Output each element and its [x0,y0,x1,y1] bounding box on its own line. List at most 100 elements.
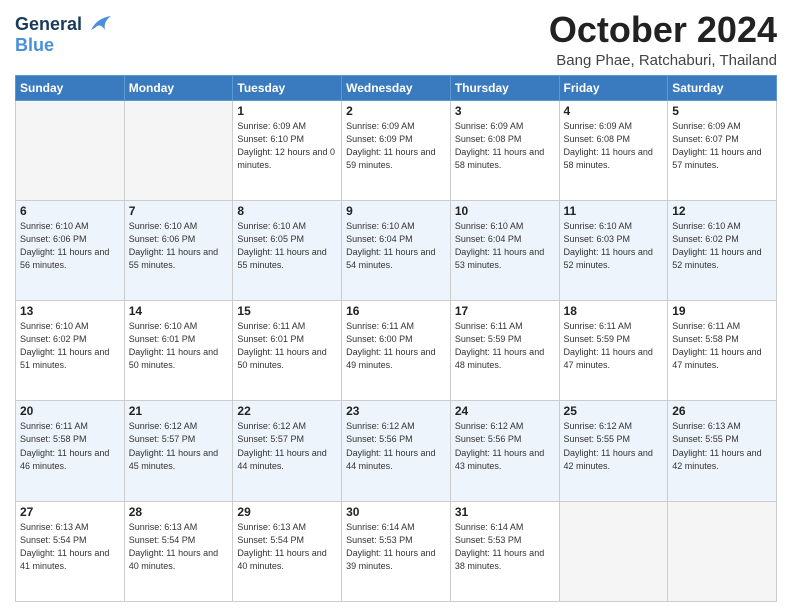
day-number: 3 [455,104,555,118]
day-number: 5 [672,104,772,118]
cell-info: Sunrise: 6:13 AMSunset: 5:54 PMDaylight:… [237,521,337,573]
day-number: 20 [20,404,120,418]
title-block: October 2024 Bang Phae, Ratchaburi, Thai… [549,10,777,69]
cell-info: Sunrise: 6:10 AMSunset: 6:06 PMDaylight:… [129,220,229,272]
table-row: 15 Sunrise: 6:11 AMSunset: 6:01 PMDayligh… [233,301,342,401]
table-row: 18Sunrise: 6:11 AMSunset: 5:59 PMDayligh… [559,301,668,401]
day-number: 24 [455,404,555,418]
table-row: 20Sunrise: 6:11 AMSunset: 5:58 PMDayligh… [16,401,125,501]
cell-info: Sunrise: 6:10 AMSunset: 6:02 PMDaylight:… [20,320,120,372]
page: General Blue October 2024 Bang Phae, Rat… [0,0,792,612]
day-number: 10 [455,204,555,218]
cell-info: Sunrise: 6:13 AMSunset: 5:54 PMDaylight:… [20,521,120,573]
cell-info: Sunrise: 6:10 AMSunset: 6:03 PMDaylight:… [564,220,664,272]
day-number: 11 [564,204,664,218]
col-sunday: Sunday [16,75,125,100]
day-number: 17 [455,304,555,318]
table-row: 27 Sunrise: 6:13 AMSunset: 5:54 PMDayligh… [16,501,125,601]
table-row: 2 Sunrise: 6:09 AMSunset: 6:09 PMDaylight… [342,100,451,200]
day-number: 26 [672,404,772,418]
table-row: 24Sunrise: 6:12 AMSunset: 5:56 PMDayligh… [450,401,559,501]
table-row: 4Sunrise: 6:09 AMSunset: 6:08 PMDaylight… [559,100,668,200]
logo-blue-text: Blue [15,35,111,56]
day-number: 29 [237,505,337,519]
cell-info: Sunrise: 6:10 AMSunset: 6:06 PMDaylight:… [20,220,120,272]
day-number: 14 [129,304,229,318]
table-row: 26 Sunrise: 6:13 AMSunset: 5:55 PMDayligh… [668,401,777,501]
header: General Blue October 2024 Bang Phae, Rat… [15,10,777,69]
cell-info: Sunrise: 6:11 AMSunset: 6:00 PMDaylight:… [346,320,446,372]
day-number: 15 [237,304,337,318]
day-number: 12 [672,204,772,218]
table-row: 10 Sunrise: 6:10 AMSunset: 6:04 PMDayligh… [450,200,559,300]
table-row: 1 Sunrise: 6:09 AMSunset: 6:10 PMDaylight… [233,100,342,200]
table-row: 23 Sunrise: 6:12 AMSunset: 5:56 PMDayligh… [342,401,451,501]
cell-info: Sunrise: 6:12 AMSunset: 5:56 PMDaylight:… [346,420,446,472]
day-number: 21 [129,404,229,418]
table-row: 22Sunrise: 6:12 AMSunset: 5:57 PMDayligh… [233,401,342,501]
cell-info: Sunrise: 6:09 AMSunset: 6:08 PMDaylight:… [455,120,555,172]
col-friday: Friday [559,75,668,100]
table-row: 28 Sunrise: 6:13 AMSunset: 5:54 PMDayligh… [124,501,233,601]
col-saturday: Saturday [668,75,777,100]
logo: General Blue [15,14,111,55]
table-row [559,501,668,601]
col-monday: Monday [124,75,233,100]
table-row: 8 Sunrise: 6:10 AMSunset: 6:05 PMDaylight… [233,200,342,300]
cell-info: Sunrise: 6:11 AMSunset: 5:58 PMDaylight:… [672,320,772,372]
table-row [124,100,233,200]
table-row: 6Sunrise: 6:10 AMSunset: 6:06 PMDaylight… [16,200,125,300]
day-number: 25 [564,404,664,418]
table-row: 11 Sunrise: 6:10 AMSunset: 6:03 PMDayligh… [559,200,668,300]
cell-info: Sunrise: 6:10 AMSunset: 6:05 PMDaylight:… [237,220,337,272]
table-row: 31Sunrise: 6:14 AMSunset: 5:53 PMDayligh… [450,501,559,601]
day-number: 27 [20,505,120,519]
cell-info: Sunrise: 6:09 AMSunset: 6:09 PMDaylight:… [346,120,446,172]
calendar-week-row: 6Sunrise: 6:10 AMSunset: 6:06 PMDaylight… [16,200,777,300]
table-row: 21Sunrise: 6:12 AMSunset: 5:57 PMDayligh… [124,401,233,501]
day-number: 18 [564,304,664,318]
cell-info: Sunrise: 6:10 AMSunset: 6:01 PMDaylight:… [129,320,229,372]
day-number: 31 [455,505,555,519]
day-number: 8 [237,204,337,218]
table-row: 12 Sunrise: 6:10 AMSunset: 6:02 PMDayligh… [668,200,777,300]
day-number: 16 [346,304,446,318]
calendar-week-row: 13 Sunrise: 6:10 AMSunset: 6:02 PMDayligh… [16,301,777,401]
day-number: 2 [346,104,446,118]
day-number: 1 [237,104,337,118]
cell-info: Sunrise: 6:09 AMSunset: 6:10 PMDaylight:… [237,120,337,172]
table-row: 29 Sunrise: 6:13 AMSunset: 5:54 PMDayligh… [233,501,342,601]
cell-info: Sunrise: 6:12 AMSunset: 5:55 PMDaylight:… [564,420,664,472]
table-row: 3 Sunrise: 6:09 AMSunset: 6:08 PMDaylight… [450,100,559,200]
cell-info: Sunrise: 6:13 AMSunset: 5:55 PMDaylight:… [672,420,772,472]
table-row [668,501,777,601]
calendar-week-row: 27 Sunrise: 6:13 AMSunset: 5:54 PMDayligh… [16,501,777,601]
table-row: 7 Sunrise: 6:10 AMSunset: 6:06 PMDaylight… [124,200,233,300]
table-row: 14 Sunrise: 6:10 AMSunset: 6:01 PMDayligh… [124,301,233,401]
col-tuesday: Tuesday [233,75,342,100]
calendar-table: Sunday Monday Tuesday Wednesday Thursday… [15,75,777,602]
day-number: 30 [346,505,446,519]
cell-info: Sunrise: 6:10 AMSunset: 6:04 PMDaylight:… [346,220,446,272]
col-thursday: Thursday [450,75,559,100]
cell-info: Sunrise: 6:13 AMSunset: 5:54 PMDaylight:… [129,521,229,573]
calendar-header-row: Sunday Monday Tuesday Wednesday Thursday… [16,75,777,100]
day-number: 23 [346,404,446,418]
day-number: 13 [20,304,120,318]
table-row: 16 Sunrise: 6:11 AMSunset: 6:00 PMDayligh… [342,301,451,401]
table-row: 30 Sunrise: 6:14 AMSunset: 5:53 PMDayligh… [342,501,451,601]
calendar-week-row: 1 Sunrise: 6:09 AMSunset: 6:10 PMDaylight… [16,100,777,200]
table-row: 19Sunrise: 6:11 AMSunset: 5:58 PMDayligh… [668,301,777,401]
day-number: 28 [129,505,229,519]
cell-info: Sunrise: 6:10 AMSunset: 6:02 PMDaylight:… [672,220,772,272]
table-row: 9Sunrise: 6:10 AMSunset: 6:04 PMDaylight… [342,200,451,300]
cell-info: Sunrise: 6:14 AMSunset: 5:53 PMDaylight:… [346,521,446,573]
logo-bird-icon [89,16,111,34]
day-number: 7 [129,204,229,218]
table-row: 25 Sunrise: 6:12 AMSunset: 5:55 PMDayligh… [559,401,668,501]
cell-info: Sunrise: 6:11 AMSunset: 6:01 PMDaylight:… [237,320,337,372]
table-row [16,100,125,200]
cell-info: Sunrise: 6:09 AMSunset: 6:08 PMDaylight:… [564,120,664,172]
cell-info: Sunrise: 6:10 AMSunset: 6:04 PMDaylight:… [455,220,555,272]
cell-info: Sunrise: 6:11 AMSunset: 5:59 PMDaylight:… [455,320,555,372]
